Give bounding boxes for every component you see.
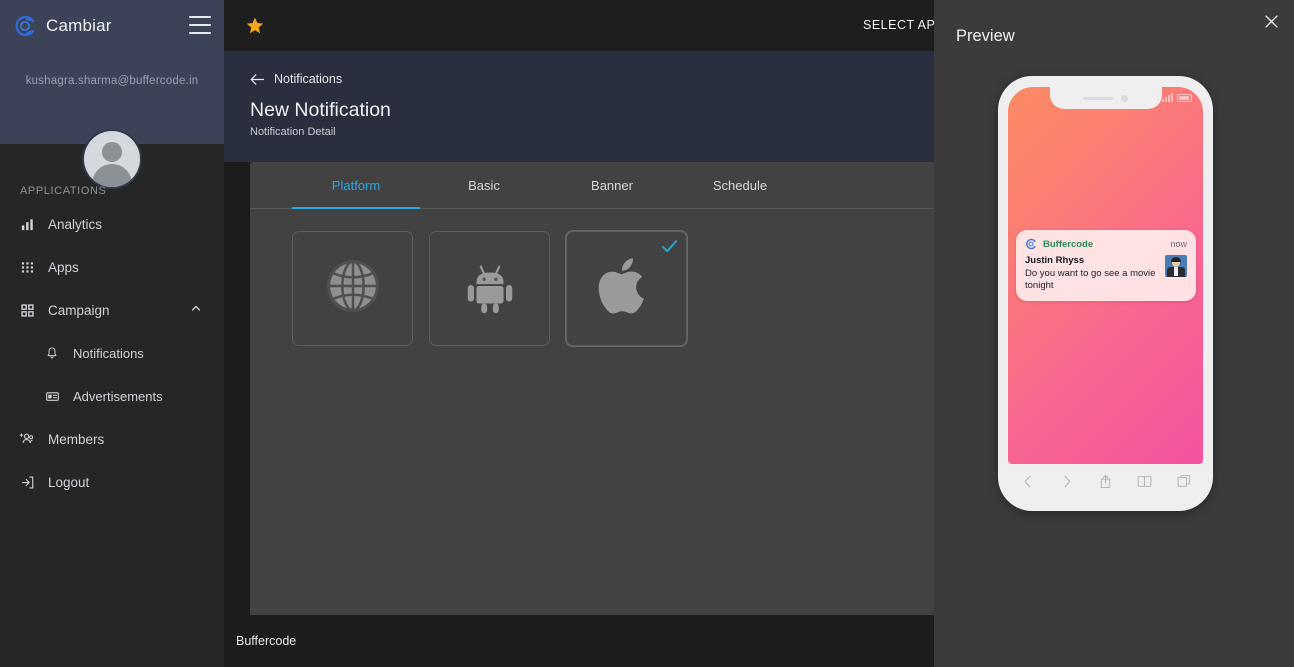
tab-label: Banner <box>591 177 633 193</box>
sidebar-item-label: Analytics <box>48 216 103 232</box>
tab-schedule[interactable]: Schedule <box>676 162 804 208</box>
applications-label: APPLICATIONS <box>20 185 107 197</box>
share-icon[interactable] <box>1098 473 1114 489</box>
tab-banner[interactable]: Banner <box>548 162 676 208</box>
members-icon <box>18 430 36 448</box>
arrow-left-icon[interactable] <box>250 73 265 86</box>
notification-thumbnail <box>1165 255 1187 277</box>
sidebar-item-members[interactable]: Members <box>0 423 224 455</box>
breadcrumb[interactable]: Notifications <box>250 72 342 86</box>
platform-card-web[interactable] <box>292 231 413 346</box>
sidebar-item-label: Logout <box>48 474 90 490</box>
notification-sender: Justin Rhyss <box>1025 255 1085 266</box>
notification-app-name: Buffercode <box>1043 238 1094 250</box>
platform-card-ios[interactable] <box>566 231 687 346</box>
logout-icon <box>18 473 36 491</box>
notification-time: now <box>1170 239 1187 249</box>
chevron-up-icon[interactable] <box>190 303 202 318</box>
footer-app-name: Buffercode <box>236 634 297 648</box>
tabs-icon[interactable] <box>1176 473 1192 489</box>
signal-icon <box>1162 93 1173 102</box>
apple-icon <box>597 255 657 322</box>
book-icon[interactable] <box>1137 473 1153 489</box>
cambiar-logo-icon <box>12 13 38 39</box>
speaker-icon <box>1083 96 1113 100</box>
tab-label: Platform <box>331 177 381 193</box>
notification-message: Do you want to go see a movie tonight <box>1025 268 1156 291</box>
phone-mockup: Buffercode now Justin Rhyss Do you want … <box>998 76 1213 511</box>
phone-screen: Buffercode now Justin Rhyss Do you want … <box>1008 87 1203 464</box>
tab-label: Schedule <box>712 177 768 193</box>
page-title: New Notification <box>250 99 391 121</box>
sidebar-item-logout[interactable]: Logout <box>0 466 224 498</box>
sidebar-item-label: Notifications <box>73 345 144 361</box>
bell-icon <box>43 344 61 362</box>
notification-text-block: Justin Rhyss Do you want to go see a mov… <box>1025 255 1165 292</box>
sidebar-item-apps[interactable]: Apps <box>0 251 224 283</box>
chevron-left-icon[interactable] <box>1020 473 1036 489</box>
page-subtitle: Notification Detail <box>250 126 336 138</box>
sidebar-item-analytics[interactable]: Analytics <box>0 208 224 240</box>
tab-platform[interactable]: Platform <box>292 162 420 209</box>
preview-panel: Preview Buffercode now Justin Rhyss Do y… <box>934 0 1294 667</box>
select-app-button[interactable]: SELECT APP <box>863 18 944 32</box>
notification-body: Justin Rhyss Do you want to go see a mov… <box>1025 255 1187 292</box>
sidebar-item-campaign[interactable]: Campaign <box>0 294 224 326</box>
battery-icon <box>1177 94 1192 102</box>
sidebar-item-advertisements[interactable]: Advertisements <box>0 380 224 412</box>
breadcrumb-label: Notifications <box>274 72 343 86</box>
brand-name: Cambiar <box>46 16 112 35</box>
chevron-right-icon[interactable] <box>1059 473 1075 489</box>
ad-card-icon <box>43 387 61 405</box>
sidebar-item-label: Apps <box>48 259 79 275</box>
grid-icon <box>18 258 36 276</box>
hamburger-icon[interactable] <box>189 16 211 34</box>
platform-card-android[interactable] <box>429 231 550 346</box>
tab-basic[interactable]: Basic <box>420 162 548 208</box>
sidebar-header: Cambiar kushagra.sharma@buffercode.in <box>0 0 224 144</box>
android-icon <box>459 255 521 322</box>
bar-chart-icon <box>18 215 36 233</box>
globe-icon <box>322 255 384 322</box>
browser-toolbar <box>1008 464 1203 510</box>
sidebar-item-notifications[interactable]: Notifications <box>0 337 224 369</box>
status-bar-right <box>1162 93 1192 102</box>
sidebar-nav: Analytics Apps Campaign Notifications Ad… <box>0 208 224 498</box>
brand-row: Cambiar <box>0 0 224 52</box>
preview-title: Preview <box>956 27 1015 45</box>
phone-notch <box>1049 87 1162 109</box>
sidebar: Cambiar kushagra.sharma@buffercode.in AP… <box>0 0 224 667</box>
star-icon[interactable] <box>242 13 268 39</box>
sidebar-item-label: Members <box>48 431 105 447</box>
check-icon <box>661 238 678 260</box>
sidebar-item-label: Advertisements <box>73 388 163 404</box>
buffercode-logo-icon <box>1025 238 1037 250</box>
avatar <box>84 131 140 187</box>
dashboard-icon <box>18 301 36 319</box>
user-email: kushagra.sharma@buffercode.in <box>25 75 199 87</box>
app-root: Cambiar kushagra.sharma@buffercode.in AP… <box>0 0 1294 667</box>
tab-label: Basic <box>468 177 500 193</box>
sidebar-item-label: Campaign <box>48 302 110 318</box>
notification-preview-card[interactable]: Buffercode now Justin Rhyss Do you want … <box>1016 230 1196 301</box>
camera-icon <box>1121 94 1128 102</box>
notification-header: Buffercode now <box>1025 238 1187 250</box>
close-icon[interactable] <box>1260 10 1282 32</box>
